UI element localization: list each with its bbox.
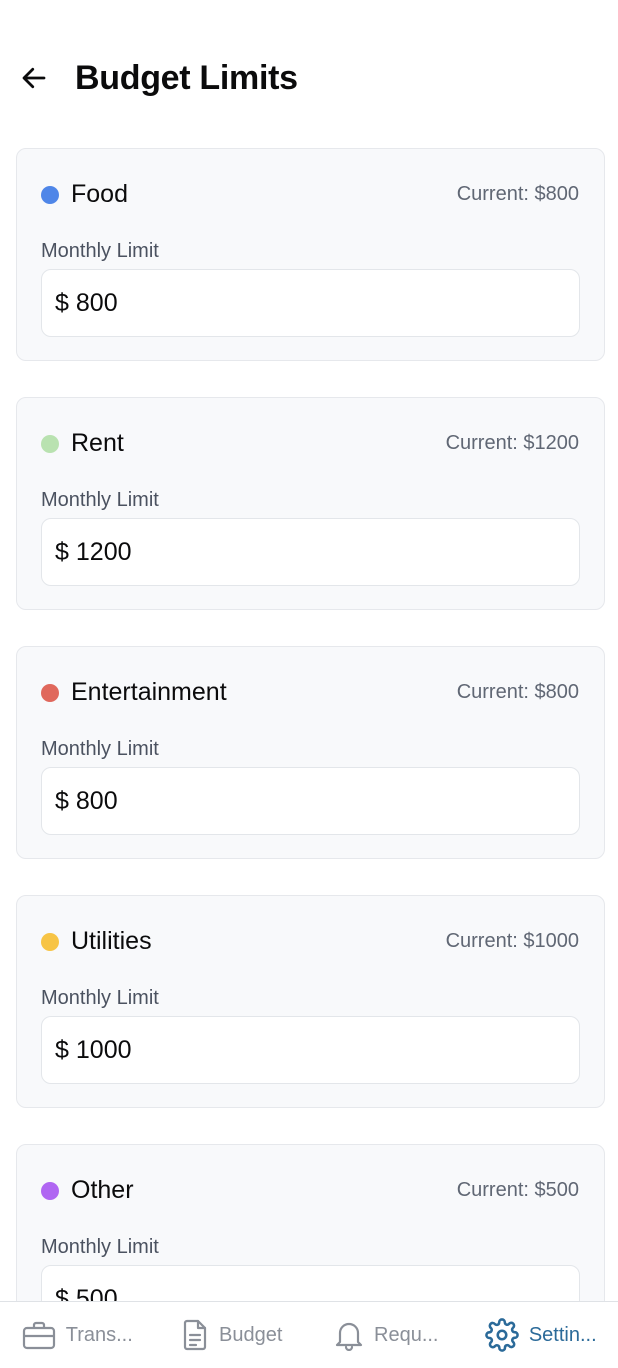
tab-label: Requ... [374,1323,439,1346]
category-color-dot [41,933,59,951]
monthly-limit-label: Monthly Limit [41,987,159,1009]
tab-settings[interactable]: Settin... [464,1302,618,1368]
monthly-limit-input[interactable] [75,537,556,567]
monthly-limit-input[interactable] [75,786,556,816]
monthly-limit-label: Monthly Limit [41,489,159,511]
monthly-limit-field[interactable]: $ [41,518,580,586]
category-name: Entertainment [71,678,227,706]
currency-symbol: $ [55,537,69,566]
current-amount: Current: $1200 [445,432,579,454]
current-amount: Current: $1000 [445,930,579,952]
tab-budget[interactable]: Budget [155,1302,310,1368]
currency-symbol: $ [55,288,69,317]
category-name: Other [71,1176,134,1204]
monthly-limit-label: Monthly Limit [41,240,159,262]
monthly-limit-label: Monthly Limit [41,1236,159,1258]
back-button[interactable] [14,58,54,98]
monthly-limit-input[interactable] [75,1035,556,1065]
bell-icon [335,1322,363,1351]
category-color-dot [41,435,59,453]
current-amount: Current: $800 [456,681,579,703]
arrow-left-icon [22,67,46,89]
monthly-limit-field[interactable]: $ [41,1016,580,1084]
current-amount: Current: $500 [456,1179,579,1201]
gear-icon [485,1318,519,1352]
current-amount: Current: $800 [456,183,579,205]
tab-transactions[interactable]: Trans... [0,1302,155,1368]
page-title: Budget Limits [75,59,298,97]
category-name: Utilities [71,927,152,955]
category-color-dot [41,186,59,204]
category-color-dot [41,684,59,702]
category-name: Rent [71,429,124,457]
monthly-limit-label: Monthly Limit [41,738,159,760]
monthly-limit-input[interactable] [75,288,556,318]
budget-card-entertainment: Entertainment Current: $800 Monthly Limi… [16,646,605,859]
briefcase-icon [22,1321,55,1350]
currency-symbol: $ [55,786,69,815]
budget-card-rent: Rent Current: $1200 Monthly Limit $ [16,397,605,610]
tab-requests[interactable]: Requ... [309,1302,464,1368]
bottom-tab-bar: Trans... Budget Requ... Settin... [0,1301,618,1368]
tab-label: Budget [219,1323,283,1346]
document-icon [183,1319,207,1351]
budget-card-list: Food Current: $800 Monthly Limit $ Rent … [16,148,605,1368]
currency-symbol: $ [55,1035,69,1064]
header: Budget Limits [0,0,618,130]
budget-limits-screen: Budget Limits Food Current: $800 Monthly… [0,0,618,1368]
monthly-limit-field[interactable]: $ [41,269,580,337]
budget-card-food: Food Current: $800 Monthly Limit $ [16,148,605,361]
budget-card-utilities: Utilities Current: $1000 Monthly Limit $ [16,895,605,1108]
tab-label: Settin... [528,1323,597,1346]
category-color-dot [41,1182,59,1200]
tab-label: Trans... [65,1323,133,1346]
monthly-limit-field[interactable]: $ [41,767,580,835]
category-name: Food [71,180,128,208]
